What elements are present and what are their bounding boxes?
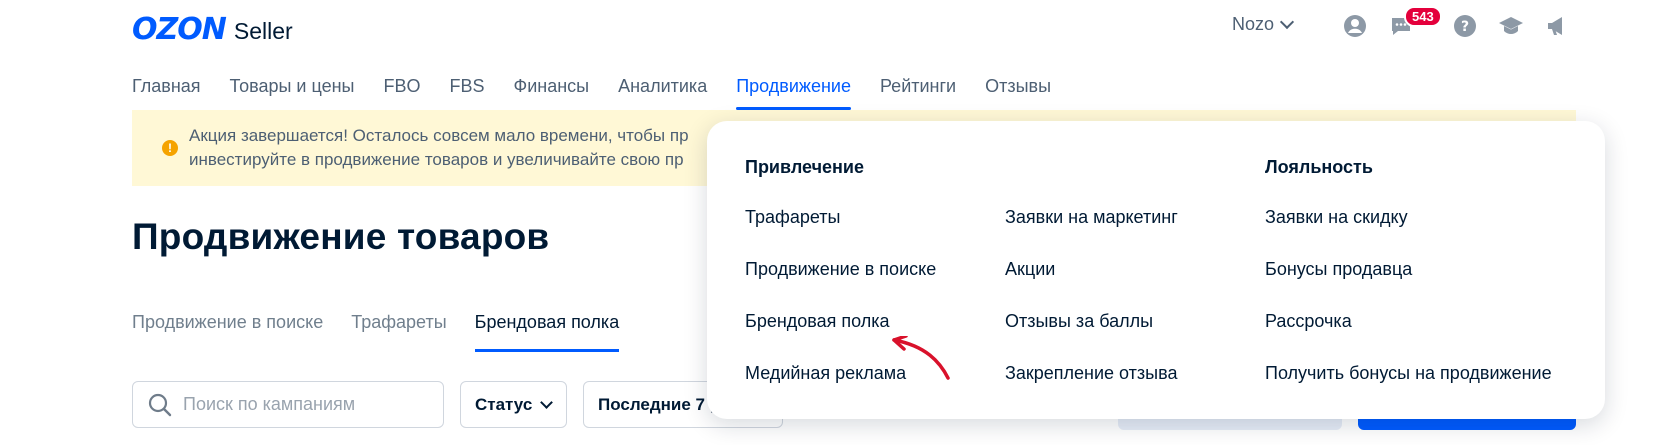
menu-item-actions[interactable]: Акции — [1005, 259, 1055, 280]
page-title: Продвижение товаров — [132, 216, 550, 257]
nav-item-promotion[interactable]: Продвижение — [736, 72, 851, 110]
top-bar: OZON Seller Nozo 543 ? — [0, 0, 1680, 56]
banner-line-1: Акция завершается! Осталось совсем мало … — [189, 126, 689, 145]
company-name: Nozo — [1232, 14, 1275, 34]
nav-item-analytics[interactable]: Аналитика — [618, 72, 707, 110]
promotion-subtabs: Продвижение в поиске Трафареты Брендовая… — [132, 312, 647, 352]
menu-item-promotion-bonuses[interactable]: Получить бонусы на продвижение — [1265, 363, 1552, 384]
menu-item-trafarety[interactable]: Трафареты — [745, 207, 840, 228]
search-icon — [147, 392, 173, 418]
notification-badge: 543 — [1404, 6, 1442, 27]
menu-item-seller-bonuses[interactable]: Бонусы продавца — [1265, 259, 1412, 280]
tab-trafarety[interactable]: Трафареты — [351, 312, 446, 352]
menu-item-pin-review[interactable]: Закрепление отзыва — [1005, 363, 1177, 384]
logo-ozon-text: OZON — [132, 12, 227, 47]
user-icon[interactable] — [1342, 13, 1368, 39]
nav-item-finance[interactable]: Финансы — [514, 72, 590, 110]
menu-item-discount-requests[interactable]: Заявки на скидку — [1265, 207, 1408, 228]
chevron-down-icon — [540, 395, 554, 409]
period-filter-label: Последние 7 , — [598, 394, 715, 414]
education-icon[interactable] — [1498, 13, 1524, 39]
nav-item-products[interactable]: Товары и цены — [230, 72, 355, 110]
menu-item-media-ads[interactable]: Медийная реклама — [745, 363, 906, 384]
menu-heading-acquisition: Привлечение — [745, 157, 864, 177]
annotation-arrow-icon — [892, 336, 950, 380]
logo-seller-text: Seller — [233, 18, 293, 44]
nav-item-fbo[interactable]: FBO — [384, 72, 421, 110]
menu-item-marketing-requests[interactable]: Заявки на маркетинг — [1005, 207, 1178, 228]
ozon-seller-logo[interactable]: OZON Seller — [132, 12, 293, 47]
main-nav: Главная Товары и цены FBO FBS Финансы Ан… — [132, 72, 1080, 112]
megaphone-icon[interactable] — [1544, 13, 1570, 39]
menu-heading-loyalty: Лояльность — [1265, 157, 1373, 177]
status-filter[interactable]: Статус — [460, 381, 567, 428]
help-icon[interactable]: ? — [1452, 13, 1478, 39]
svg-text:?: ? — [1461, 19, 1469, 35]
menu-item-reviews-for-points[interactable]: Отзывы за баллы — [1005, 311, 1153, 332]
status-filter-label: Статус — [475, 394, 533, 414]
menu-item-installments[interactable]: Рассрочка — [1265, 311, 1352, 332]
menu-item-search-promotion[interactable]: Продвижение в поиске — [745, 259, 936, 280]
warning-icon: ! — [162, 140, 178, 156]
campaign-search-input[interactable]: Поиск по кампаниям — [132, 381, 444, 428]
tab-search-promotion[interactable]: Продвижение в поиске — [132, 312, 323, 352]
search-placeholder: Поиск по кампаниям — [183, 394, 356, 414]
banner-text: Акция завершается! Осталось совсем мало … — [189, 124, 749, 172]
menu-item-brand-shelf[interactable]: Брендовая полка — [745, 311, 890, 332]
nav-item-ratings[interactable]: Рейтинги — [880, 72, 956, 110]
promotion-dropdown-menu: Привлечение Лояльность Трафареты Продвиж… — [707, 121, 1605, 419]
banner-line-2: инвестируйте в продвижение товаров и уве… — [189, 150, 684, 169]
company-selector[interactable]: Nozo — [1232, 14, 1295, 35]
nav-item-home[interactable]: Главная — [132, 72, 201, 110]
tab-brand-shelf[interactable]: Брендовая полка — [474, 312, 619, 352]
nav-item-reviews[interactable]: Отзывы — [985, 72, 1051, 110]
chevron-down-icon — [1279, 14, 1295, 30]
nav-item-fbs[interactable]: FBS — [450, 72, 485, 110]
